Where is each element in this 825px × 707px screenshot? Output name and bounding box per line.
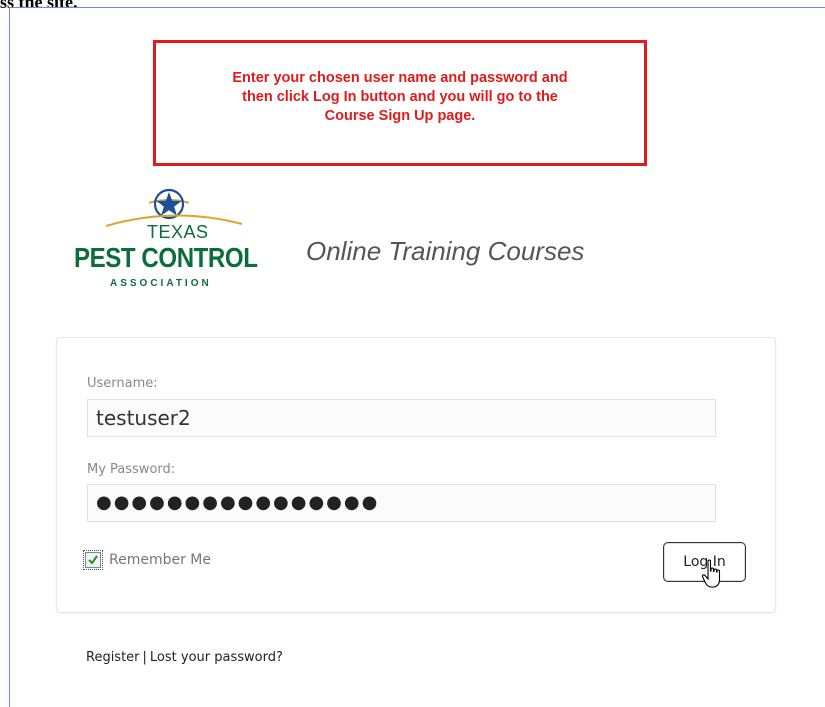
link-separator: | [142, 650, 147, 665]
logo-pest-control: PEST CONTROL [74, 242, 258, 273]
callout-line-2: then click Log In button and you will go… [242, 89, 558, 105]
hand-pointer-icon [701, 559, 721, 588]
callout-line-1: Enter your chosen user name and password… [232, 70, 568, 86]
login-form: Username: testuser2 My Password: ●●●●●●●… [56, 337, 776, 613]
remember-me-checkbox[interactable] [83, 550, 103, 570]
username-input[interactable]: testuser2 [87, 399, 716, 437]
password-label: My Password: [87, 462, 176, 477]
footer-links: Register | Lost your password? [86, 650, 283, 665]
callout-line-3: Course Sign Up page. [324, 108, 476, 124]
logo-association: ASSOCIATION [110, 278, 212, 289]
remember-me-row: Remember Me [83, 550, 211, 570]
checkmark-icon [88, 555, 98, 565]
lost-password-link[interactable]: Lost your password? [150, 650, 283, 665]
remember-me-label: Remember Me [109, 552, 211, 568]
tpca-logo: TEXAS PEST CONTROL ASSOCIATION [74, 186, 274, 296]
instruction-callout: Enter your chosen user name and password… [153, 40, 647, 166]
register-link[interactable]: Register [86, 650, 140, 665]
username-label: Username: [87, 376, 158, 391]
site-title: Online Training Courses [306, 236, 585, 266]
logo-texas: TEXAS [147, 222, 209, 242]
password-input[interactable]: ●●●●●●●●●●●●●●●● [87, 484, 716, 522]
